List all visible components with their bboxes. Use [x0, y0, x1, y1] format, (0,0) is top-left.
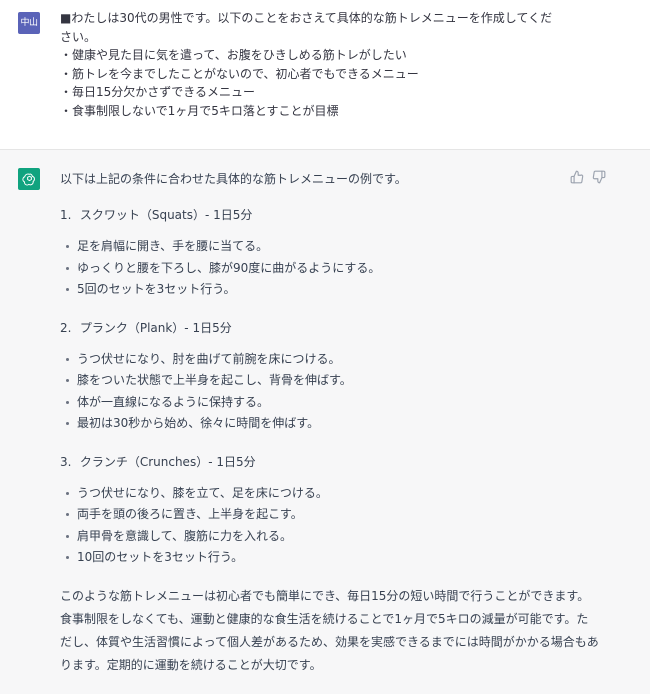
user-message: 中山 ■わたしは30代の男性です。以下のことをおさえて具体的な筋トレメニューを作… [0, 0, 650, 150]
user-line: ■わたしは30代の男性です。以下のことをおさえて具体的な筋トレメニューを作成して… [60, 11, 553, 25]
section-heading: 2. プランク（Plank）- 1日5分 [60, 319, 600, 337]
list-item: うつ伏せになり、肘を曲げて前腕を床につける。 [60, 349, 600, 371]
user-line: ・健康や見た目に気を遣って、お腹をひきしめる筋トレがしたい [60, 48, 407, 62]
bullet-list: 足を肩幅に開き、手を腰に当てる。 ゆっくりと腰を下ろし、膝が90度に曲がるように… [60, 236, 600, 301]
list-item: 膝をついた状態で上半身を起こし、背骨を伸ばす。 [60, 370, 600, 392]
list-item: 足を肩幅に開き、手を腰に当てる。 [60, 236, 600, 258]
section-number: 3. [60, 454, 72, 469]
list-item: ゆっくりと腰を下ろし、膝が90度に曲がるようにする。 [60, 258, 600, 280]
section-heading: 3. クランチ（Crunches）- 1日5分 [60, 453, 600, 471]
list-item: 10回のセットを3セット行う。 [60, 547, 600, 569]
section-title: スクワット（Squats）- 1日5分 [79, 208, 253, 222]
user-line: ・食事制限しないで1ヶ月で5キロ落とすことが目標 [60, 103, 339, 118]
section-number: 1. [60, 208, 72, 222]
list-item: 最初は30秒から始め、徐々に時間を伸ばす。 [60, 413, 600, 435]
section-heading: 1. スクワット（Squats）- 1日5分 [60, 206, 600, 224]
list-item: 5回のセットを3セット行う。 [60, 279, 600, 301]
list-item: 肩甲骨を意識して、腹筋に力を入れる。 [60, 526, 600, 548]
user-line: ・筋トレを今までしたことがないので、初心者でもできるメニュー [60, 66, 419, 81]
assistant-message-text: 以下は上記の条件に合わせた具体的な筋トレメニューの例です。 1. スクワット（S… [60, 170, 600, 677]
conclusion-text: このような筋トレメニューは初心者でも簡単にでき、毎日15分の短い時間で行うことが… [60, 588, 599, 672]
list-item: 体が一直線になるように保持する。 [60, 392, 600, 414]
user-line: さい。 [60, 29, 97, 44]
section-title: プランク（Plank）- 1日5分 [79, 320, 232, 335]
user-avatar: 中山 [18, 12, 40, 34]
user-message-text: ■わたしは30代の男性です。以下のことをおさえて具体的な筋トレメニューを作成して… [60, 9, 580, 120]
section-title: クランチ（Crunches）- 1日5分 [79, 454, 256, 469]
openai-logo-icon [18, 168, 40, 190]
list-item: うつ伏せになり、膝を立て、足を床につける。 [60, 483, 600, 505]
bullet-list: うつ伏せになり、膝を立て、足を床につける。 両手を頭の後ろに置き、上半身を起こす… [60, 483, 600, 569]
list-item: 両手を頭の後ろに置き、上半身を起こす。 [60, 504, 600, 526]
section-number: 2. [60, 320, 72, 335]
assistant-message: 以下は上記の条件に合わせた具体的な筋トレメニューの例です。 1. スクワット（S… [0, 150, 650, 694]
bullet-list: うつ伏せになり、肘を曲げて前腕を床につける。 膝をついた状態で上半身を起こし、背… [60, 349, 600, 435]
intro-text: 以下は上記の条件に合わせた具体的な筋トレメニューの例です。 [60, 172, 407, 186]
user-line: ・毎日15分欠かさずできるメニュー [60, 85, 256, 99]
